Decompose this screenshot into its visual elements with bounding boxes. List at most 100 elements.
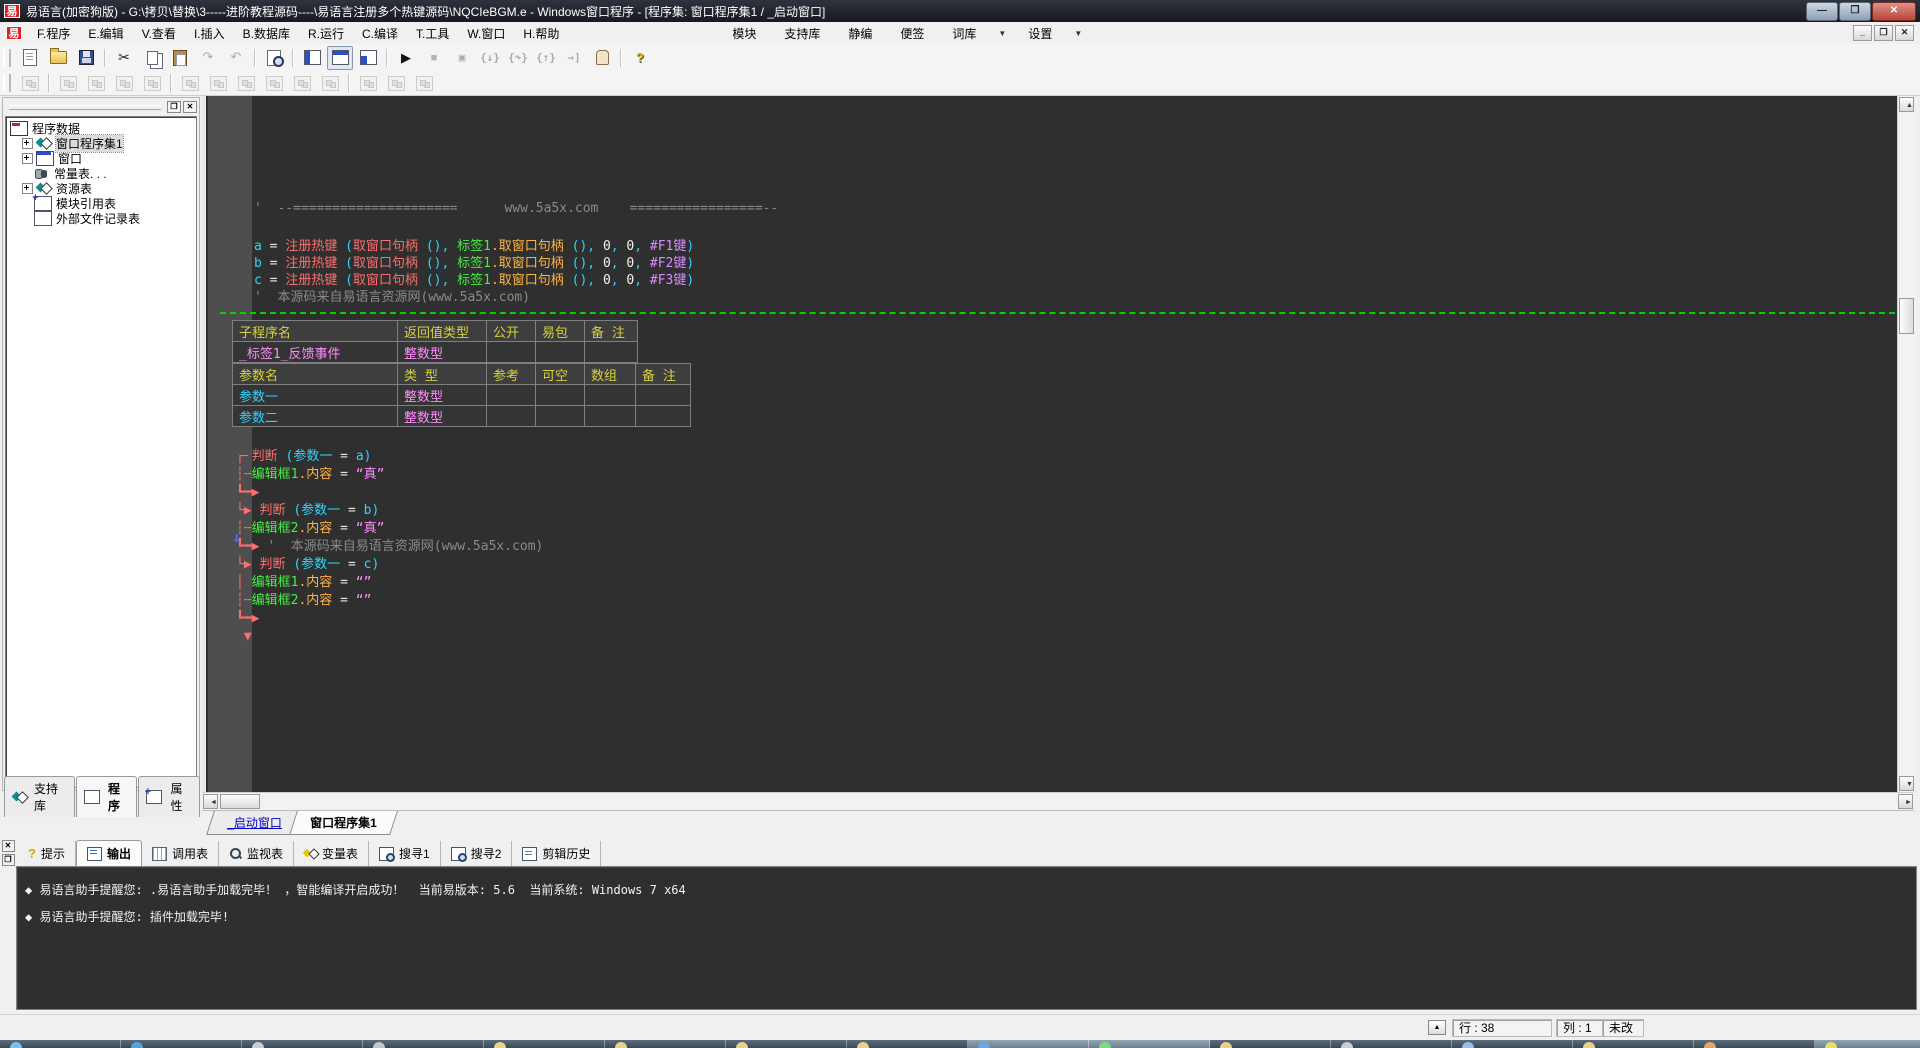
code-line[interactable]: a = 注册热键 (取窗口句柄 (), 标签1.取窗口句柄 (), 0, 0, … (254, 238, 694, 255)
dropdown-arrow-icon[interactable]: ▼ (990, 29, 1014, 38)
code-line[interactable]: └▶ 判断 (参数一 = c) (236, 556, 543, 574)
mdi-restore-button[interactable]: ❐ (1874, 25, 1893, 41)
scroll-right-button[interactable]: ► (1898, 794, 1913, 809)
table-cell[interactable]: 类 型 (398, 364, 487, 385)
menu-item[interactable]: W.窗口 (458, 23, 514, 44)
table-cell[interactable] (585, 342, 638, 363)
restore-button[interactable]: ❐ (1839, 2, 1871, 21)
table-cell[interactable]: 数组 (585, 364, 636, 385)
taskbar-button-gray-icon[interactable] (1331, 1040, 1452, 1048)
code-line[interactable]: │ 编辑框1.内容 = “” (236, 574, 543, 592)
taskbar-button-gray-orb[interactable] (242, 1040, 363, 1048)
menu-item[interactable]: F.程序 (28, 23, 79, 44)
menu-item[interactable]: C.编译 (353, 23, 407, 44)
cut-button[interactable]: ✂ (111, 46, 137, 70)
logic-code-block[interactable]: ┌╴判断 (参数一 = a)┆╌编辑框1.内容 = “真” ┗━▶ └▶ 判断 (参… (236, 448, 543, 646)
view-split-button[interactable] (355, 46, 381, 70)
expand-icon[interactable] (22, 138, 33, 149)
new-file-button[interactable] (17, 46, 43, 70)
menu-item[interactable]: B.数据库 (234, 23, 299, 44)
scroll-left-button[interactable]: ◄ (203, 794, 218, 809)
panel-tab-属性[interactable]: 属性 (138, 776, 200, 817)
taskbar-button-folder-icon[interactable] (1210, 1040, 1331, 1048)
find-button[interactable] (261, 46, 287, 70)
table-cell[interactable] (487, 406, 536, 427)
code-comment-banner[interactable]: ' --===================== www.5a5x.com =… (254, 200, 778, 217)
taskbar-button-start-orb[interactable] (0, 1040, 121, 1048)
table-cell[interactable] (636, 406, 691, 427)
table-cell[interactable]: 可空 (536, 364, 585, 385)
table-cell[interactable] (536, 406, 585, 427)
table-cell[interactable] (536, 342, 585, 363)
taskbar-button-app-icon-orange[interactable] (1694, 1040, 1815, 1048)
taskbar-button-folder-icon[interactable] (1573, 1040, 1694, 1048)
table-cell[interactable]: _标签1_反馈事件 (233, 342, 398, 363)
plugin-menu-item[interactable]: 支持库 (770, 23, 834, 44)
plugin-menu-item[interactable]: 静编 (834, 23, 886, 44)
menu-item[interactable]: E.编辑 (79, 23, 132, 44)
panel-close-button[interactable]: ✕ (183, 101, 197, 113)
taskbar-button-app-icon-yellow[interactable] (1815, 1040, 1920, 1048)
tree-item-外部文件记录表[interactable]: 外部文件记录表 (10, 211, 196, 225)
plugin-menu-item[interactable]: 词库 (938, 23, 990, 44)
panel-drag-handle[interactable] (9, 105, 161, 110)
code-line[interactable]: b = 注册热键 (取窗口句柄 (), 标签1.取窗口句柄 (), 0, 0, … (254, 255, 694, 272)
hand-tool-button[interactable] (589, 46, 615, 70)
vertical-scroll-thumb[interactable] (1899, 298, 1914, 334)
table-cell[interactable]: 整数型 (398, 385, 487, 406)
output-content[interactable]: ◆ 易语言助手提醒您: .易语言助手加载完毕！ ，智能编译开启成功！ 当前易版本… (16, 866, 1917, 1010)
table-cell[interactable]: 参考 (487, 364, 536, 385)
code-line[interactable]: ┆╌编辑框1.内容 = “真” (236, 466, 543, 484)
menu-item[interactable]: I.插入 (185, 23, 234, 44)
taskbar-button-browser-icon[interactable] (121, 1040, 242, 1048)
output-tab-监视表[interactable]: 监视表 (219, 841, 294, 866)
table-cell[interactable]: 子程序名 (233, 321, 398, 342)
code-line[interactable]: ▼ (236, 628, 543, 646)
taskbar-button-folder-icon[interactable] (605, 1040, 726, 1048)
table-cell[interactable]: 参数一 (233, 385, 398, 406)
taskbar-button-app-icon-green[interactable] (1089, 1040, 1210, 1048)
output-tab-搜寻1[interactable]: 搜寻1 (369, 841, 441, 866)
horizontal-scroll-thumb[interactable] (220, 794, 260, 809)
output-tab-提示[interactable]: ?提示 (18, 841, 76, 866)
view-left-button[interactable] (299, 46, 325, 70)
output-tab-搜寻2[interactable]: 搜寻2 (441, 841, 513, 866)
copy-button[interactable] (139, 46, 165, 70)
output-close-button[interactable]: ✕ (2, 840, 15, 852)
code-line[interactable]: ┌╴判断 (参数一 = a) (236, 448, 543, 466)
doc-tab-_启动窗口[interactable]: _启动窗口 (206, 811, 302, 835)
code-editor[interactable]: ↓ ' --===================== www.5a5x.com… (202, 96, 1897, 792)
code-line[interactable]: ' 本源码来自易语言资源网(www.5a5x.com) (254, 289, 694, 306)
panel-tab-程序[interactable]: 程序 (76, 776, 138, 817)
menu-item[interactable]: T.工具 (407, 23, 458, 44)
table-cell[interactable] (636, 385, 691, 406)
tree-item-窗口[interactable]: 窗口 (10, 151, 196, 165)
open-file-button[interactable] (45, 46, 71, 70)
scroll-up-button[interactable]: ▲ (1899, 97, 1914, 112)
taskbar-button-folder-icon[interactable] (484, 1040, 605, 1048)
mdi-close-button[interactable]: ✕ (1895, 25, 1914, 41)
menu-item[interactable]: H.帮助 (514, 23, 568, 44)
expand-icon[interactable] (22, 153, 33, 164)
panel-float-button[interactable]: ❐ (167, 101, 181, 113)
code-line[interactable]: c = 注册热键 (取窗口句柄 (), 标签1.取窗口句柄 (), 0, 0, … (254, 272, 694, 289)
output-tab-输出[interactable]: 输出 (76, 840, 142, 866)
table-cell[interactable]: 整数型 (398, 342, 487, 363)
output-float-button[interactable]: ❐ (2, 854, 15, 866)
toolbar-grip[interactable] (3, 49, 11, 67)
panel-tab-支持库[interactable]: 支持库 (4, 776, 75, 817)
code-line[interactable]: ┗━▶ (236, 610, 543, 628)
subroutine-table[interactable]: 子程序名返回值类型公开易包备 注_标签1_反馈事件整数型参数名类 型参考可空数组… (232, 320, 691, 427)
output-tab-变量表[interactable]: 变量表 (294, 841, 369, 866)
output-tab-调用表[interactable]: 调用表 (142, 841, 219, 866)
menu-item[interactable]: V.查看 (133, 23, 185, 44)
table-cell[interactable]: 参数名 (233, 364, 398, 385)
taskbar-button-folder-icon[interactable] (847, 1040, 968, 1048)
editor-horizontal-scrollbar[interactable]: ◄ ► (202, 792, 1914, 811)
table-cell[interactable]: 返回值类型 (398, 321, 487, 342)
scroll-down-button[interactable]: ▼ (1899, 776, 1914, 791)
table-cell[interactable]: 备 注 (585, 321, 638, 342)
help-find-button[interactable]: ? (627, 46, 653, 70)
minimize-button[interactable]: — (1806, 2, 1838, 21)
table-cell[interactable]: 整数型 (398, 406, 487, 427)
